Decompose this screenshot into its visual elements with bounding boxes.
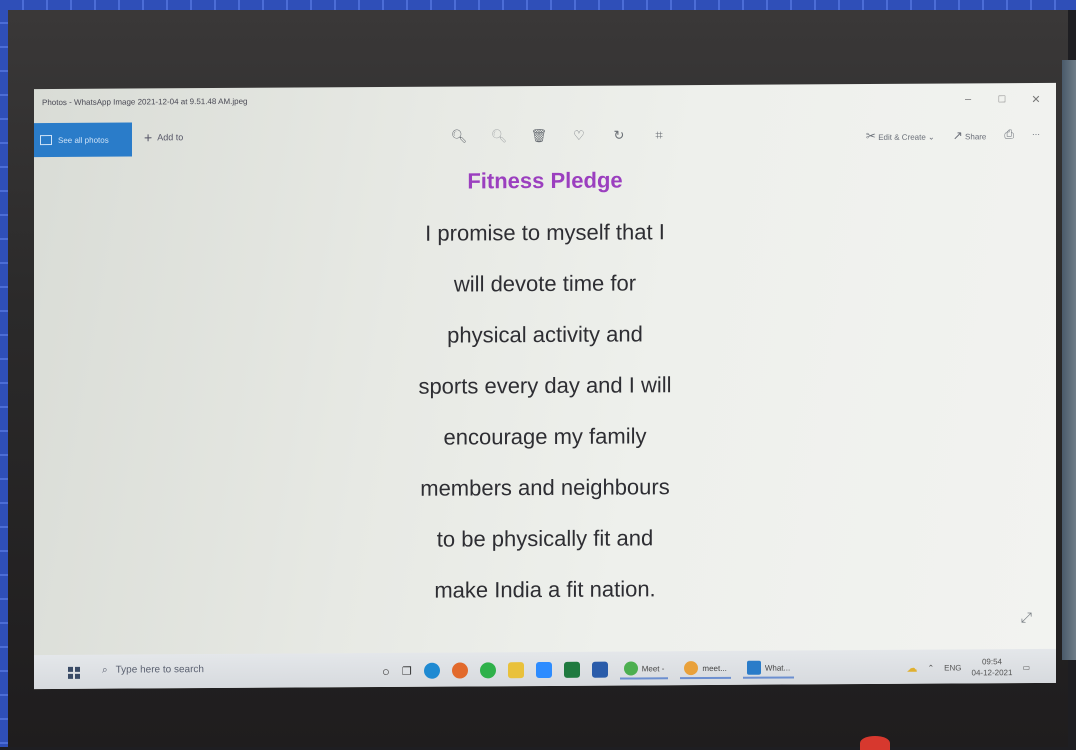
chevron-up-icon[interactable]: ⌃ (927, 663, 934, 672)
red-light (860, 736, 890, 750)
whatsapp-icon[interactable] (479, 662, 496, 679)
taskbar-app-meet[interactable]: Meet - (619, 659, 669, 680)
displayed-image: Fitness Pledge I promise to myself that … (34, 165, 1056, 603)
windows-taskbar: ⌕ Type here to search ○ ❐ Meet - meet... (34, 648, 1056, 690)
pledge-line: I promise to myself that I (425, 219, 665, 246)
crop-icon[interactable]: ⌗ (650, 127, 668, 143)
expand-icon[interactable]: ⤢ (1021, 609, 1032, 626)
clock-time: 09:54 (981, 657, 1002, 667)
delete-icon[interactable]: 🗑︎ (530, 128, 548, 144)
pledge-line: physical activity and (447, 321, 643, 348)
share-icon: ↗ (952, 127, 963, 143)
pledge-title: Fitness Pledge (467, 167, 623, 194)
photos-app-window: Photos - WhatsApp Image 2021-12-04 at 9.… (34, 82, 1056, 690)
minimize-button[interactable]: – (962, 93, 974, 106)
cortana-icon[interactable]: ○ (382, 663, 390, 678)
see-all-photos-button[interactable]: See all photos (34, 122, 132, 158)
task-view-icon[interactable]: ❐ (402, 664, 412, 677)
window-title: Photos - WhatsApp Image 2021-12-04 at 9.… (42, 96, 248, 108)
edit-create-label: Edit & Create (878, 132, 926, 142)
picture-icon (40, 135, 52, 146)
edit-create-button[interactable]: ✂ Edit & Create ⌄ (866, 128, 935, 142)
rotate-icon[interactable]: ↻ (610, 127, 628, 143)
taskbar-app-label: meet... (702, 663, 727, 673)
firefox-icon[interactable] (451, 662, 468, 679)
plus-icon: + (144, 129, 153, 146)
pledge-line: sports every day and I will (418, 372, 672, 399)
close-button[interactable]: ✕ (1030, 93, 1042, 106)
favorite-icon[interactable]: ♡ (570, 128, 588, 144)
maximize-button[interactable]: □ (996, 93, 1008, 106)
see-all-photos-label: See all photos (58, 135, 109, 145)
window-controls: – □ ✕ (962, 93, 1042, 106)
pledge-line: make India a fit nation. (434, 576, 656, 603)
excel-icon[interactable] (563, 661, 580, 678)
pledge-line: members and neighbours (420, 474, 670, 501)
pledge-line: will devote time for (453, 270, 637, 297)
zoom-in-icon[interactable]: 🔍︎ (450, 128, 468, 144)
taskbar-clock[interactable]: 09:54 04-12-2021 (972, 656, 1013, 678)
chrome-icon (623, 661, 638, 676)
edge-browser-icon[interactable] (423, 662, 440, 679)
zoom-out-icon[interactable]: 🔍︎ (490, 128, 508, 144)
notification-icon[interactable]: ▭ (1022, 663, 1030, 672)
add-to-label: Add to (157, 132, 184, 143)
taskbar-app-meet-2[interactable]: meet... (680, 658, 731, 680)
image-tool-icons: 🔍︎ 🔍︎ 🗑︎ ♡ ↻ ⌗ (450, 127, 668, 144)
adjacent-screen-edge (1062, 60, 1076, 660)
right-toolbar: ✂ Edit & Create ⌄ ↗ Share ⎙ ⋯ (866, 127, 1040, 143)
windows-start-icon[interactable] (68, 666, 80, 679)
photo-frame-top (0, 0, 1076, 10)
weather-icon[interactable]: ☁ (906, 661, 917, 674)
print-icon[interactable]: ⎙ (1004, 127, 1014, 142)
taskbar-search-placeholder: Type here to search (115, 664, 204, 676)
title-bar: Photos - WhatsApp Image 2021-12-04 at 9.… (34, 83, 1056, 117)
pledge-line: to be physically fit and (436, 525, 654, 552)
pledge-line: encourage my family (443, 423, 647, 450)
taskbar-pinned-apps: ○ ❐ Meet - meet... What... (382, 658, 795, 681)
search-icon: ⌕ (102, 664, 108, 676)
photos-icon (746, 660, 761, 675)
edit-icon: ✂ (865, 128, 876, 143)
taskbar-app-label: What... (764, 663, 791, 673)
photo-toolbar: See all photos + Add to 🔍︎ 🔍︎ 🗑︎ ♡ ↻ ⌗ ✂… (34, 117, 1056, 158)
share-button[interactable]: ↗ Share (953, 128, 987, 142)
language-indicator[interactable]: ENG (944, 663, 961, 672)
photo-frame-left (0, 0, 8, 747)
word-icon[interactable] (591, 661, 608, 678)
taskbar-app-label: Meet - (641, 663, 665, 673)
add-to-button[interactable]: + Add to (144, 129, 184, 146)
clock-date: 04-12-2021 (971, 668, 1013, 678)
system-tray: ☁ ⌃ ENG 09:54 04-12-2021 ▭ (906, 656, 1030, 679)
chrome-icon (684, 661, 699, 676)
more-options-icon[interactable]: ⋯ (1032, 130, 1040, 139)
zoom-app-icon[interactable] (535, 661, 552, 679)
taskbar-app-whatsapp-photo[interactable]: What... (742, 658, 795, 679)
share-label: Share (965, 131, 987, 141)
file-explorer-icon[interactable] (507, 662, 524, 679)
taskbar-search[interactable]: ⌕ Type here to search (102, 664, 204, 676)
